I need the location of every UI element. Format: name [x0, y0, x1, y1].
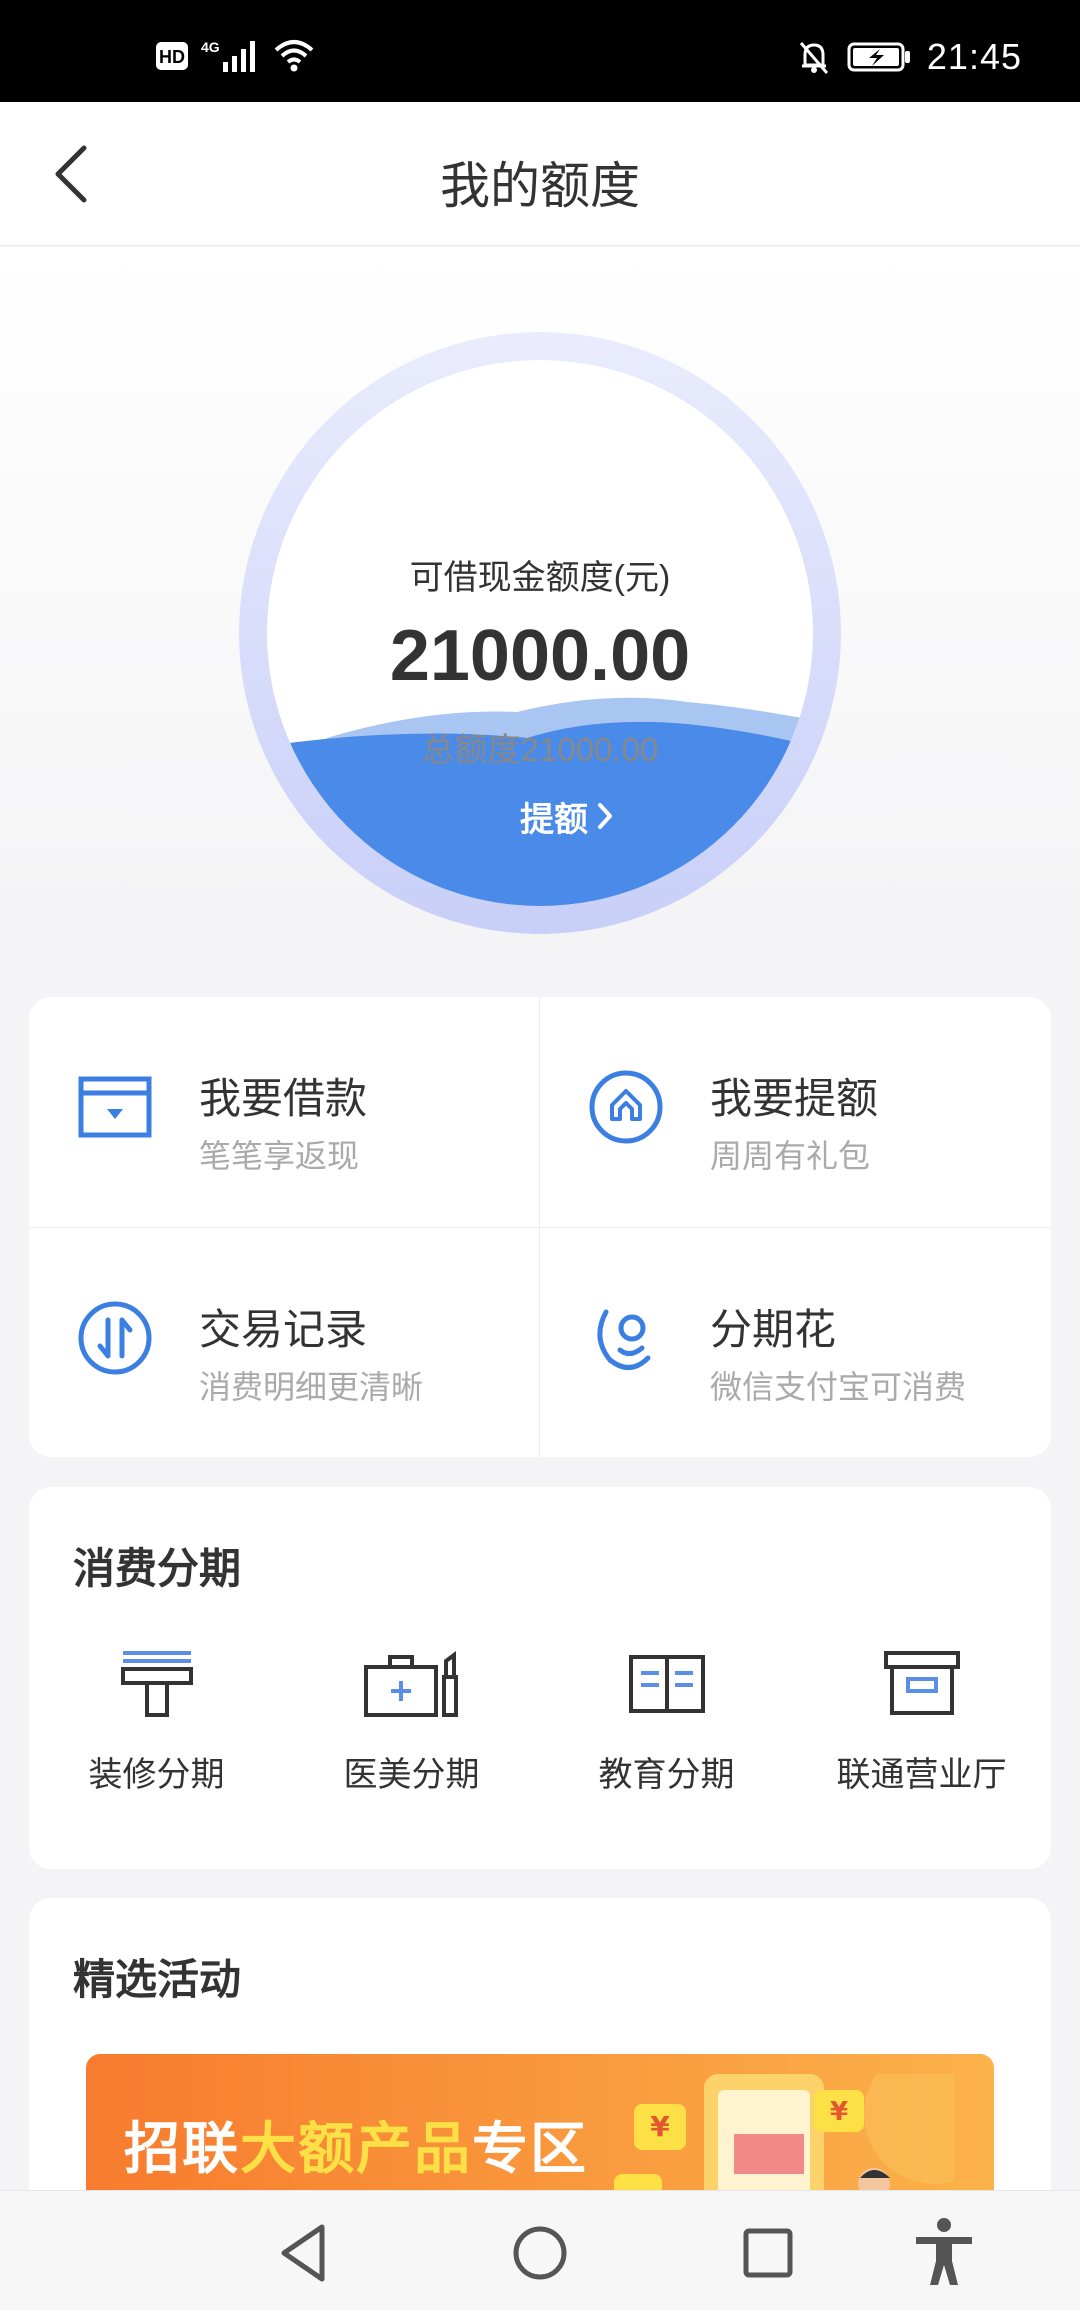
quick-action-subtitle: 笔笔享返现 — [199, 1138, 360, 1174]
total-limit: 总额度21000.00 — [421, 731, 659, 768]
mute-bell-icon — [799, 42, 829, 74]
quick-action-raise[interactable]: 我要提额 周周有礼包 — [540, 997, 1050, 1227]
raise-limit-label: 提额 — [520, 800, 588, 839]
store-box-icon — [884, 1651, 960, 1715]
system-nav-bar — [0, 2190, 1080, 2310]
paint-roller-icon — [121, 1651, 193, 1717]
recents-square-icon[interactable] — [728, 2213, 808, 2293]
available-label: 可借现金额度(元) — [409, 559, 671, 597]
installment-renovation[interactable]: 装修分期 — [29, 1647, 284, 1817]
credit-circle: 可借现金额度(元) 21000.00 总额度21000.00 提额 — [239, 332, 841, 934]
quick-action-records[interactable]: 交易记录 消费明细更清晰 — [29, 1228, 539, 1458]
wifi-icon — [274, 40, 314, 72]
quick-action-installment[interactable]: 分期花 微信支付宝可消费 — [540, 1228, 1050, 1458]
credit-circle-inner: 可借现金额度(元) 21000.00 总额度21000.00 提额 — [267, 360, 813, 906]
medical-kit-icon — [364, 1651, 458, 1717]
raise-limit-icon — [589, 1070, 663, 1144]
quick-action-title: 我要提额 — [710, 1075, 879, 1122]
transfer-record-icon — [78, 1301, 152, 1375]
quick-action-title: 我要借款 — [199, 1075, 368, 1122]
installment-label: 联通营业厅 — [836, 1756, 1007, 1794]
section-title: 精选活动 — [73, 1956, 242, 2003]
installment-label: 医美分期 — [343, 1756, 480, 1794]
wallet-icon — [78, 1076, 152, 1138]
quick-action-borrow[interactable]: 我要借款 笔笔享返现 — [29, 997, 539, 1227]
page-title: 我的额度 — [440, 158, 640, 214]
installment-medical-beauty[interactable]: 医美分期 — [284, 1647, 539, 1817]
status-right-icons: 21:45 — [797, 36, 1022, 78]
banner-text-part: 招联 — [124, 2117, 240, 2180]
installment-smile-icon — [597, 1309, 651, 1370]
status-time: 21:45 — [926, 36, 1022, 77]
hd-icon: HD — [156, 42, 188, 70]
4g-signal-icon: 4G — [201, 39, 255, 72]
section-title: 消费分期 — [73, 1545, 242, 1592]
svg-text:4G: 4G — [201, 39, 220, 55]
installment-label: 装修分期 — [88, 1756, 225, 1794]
banner-text-part: 专区 — [472, 2117, 588, 2180]
quick-action-title: 分期花 — [710, 1306, 837, 1353]
svg-text:HD: HD — [159, 47, 185, 67]
status-left-icons: HD 4G — [155, 38, 315, 74]
quick-action-title: 交易记录 — [199, 1306, 368, 1353]
svg-text:¥: ¥ — [830, 2097, 848, 2127]
back-triangle-icon[interactable] — [266, 2213, 346, 2293]
quick-actions-card: 我要借款 笔笔享返现 我要提额 周周有礼包 交易记录 消费明细更清晰 分期花 微… — [29, 997, 1051, 1457]
credit-hero: 可借现金额度(元) 21000.00 总额度21000.00 提额 — [0, 247, 1080, 987]
installment-unicom-store[interactable]: 联通营业厅 — [794, 1647, 1049, 1817]
quick-action-subtitle: 消费明细更清晰 — [199, 1369, 424, 1405]
installments-card: 消费分期 装修分期 医美分期 教育分期 联通营业厅 — [29, 1487, 1051, 1869]
home-circle-icon[interactable] — [500, 2213, 580, 2293]
battery-charging-icon — [847, 42, 910, 72]
quick-action-subtitle: 微信支付宝可消费 — [710, 1369, 967, 1405]
book-icon — [629, 1655, 705, 1713]
banner-headline: 招联大额产品专区 — [124, 2104, 588, 2185]
accessibility-icon[interactable] — [904, 2213, 984, 2293]
quick-action-subtitle: 周周有礼包 — [710, 1138, 871, 1174]
available-amount: 21000.00 — [389, 616, 691, 696]
banner-text-highlight: 大额产品 — [240, 2117, 472, 2180]
svg-text:¥: ¥ — [650, 2110, 670, 2143]
installment-label: 教育分期 — [598, 1756, 735, 1794]
header: 我的额度 — [0, 102, 1080, 246]
installment-education[interactable]: 教育分期 — [539, 1647, 794, 1817]
raise-limit-button[interactable]: 提额 — [481, 782, 653, 850]
status-bar: HD 4G 21:45 — [0, 0, 1080, 102]
chevron-right-icon — [598, 803, 612, 829]
